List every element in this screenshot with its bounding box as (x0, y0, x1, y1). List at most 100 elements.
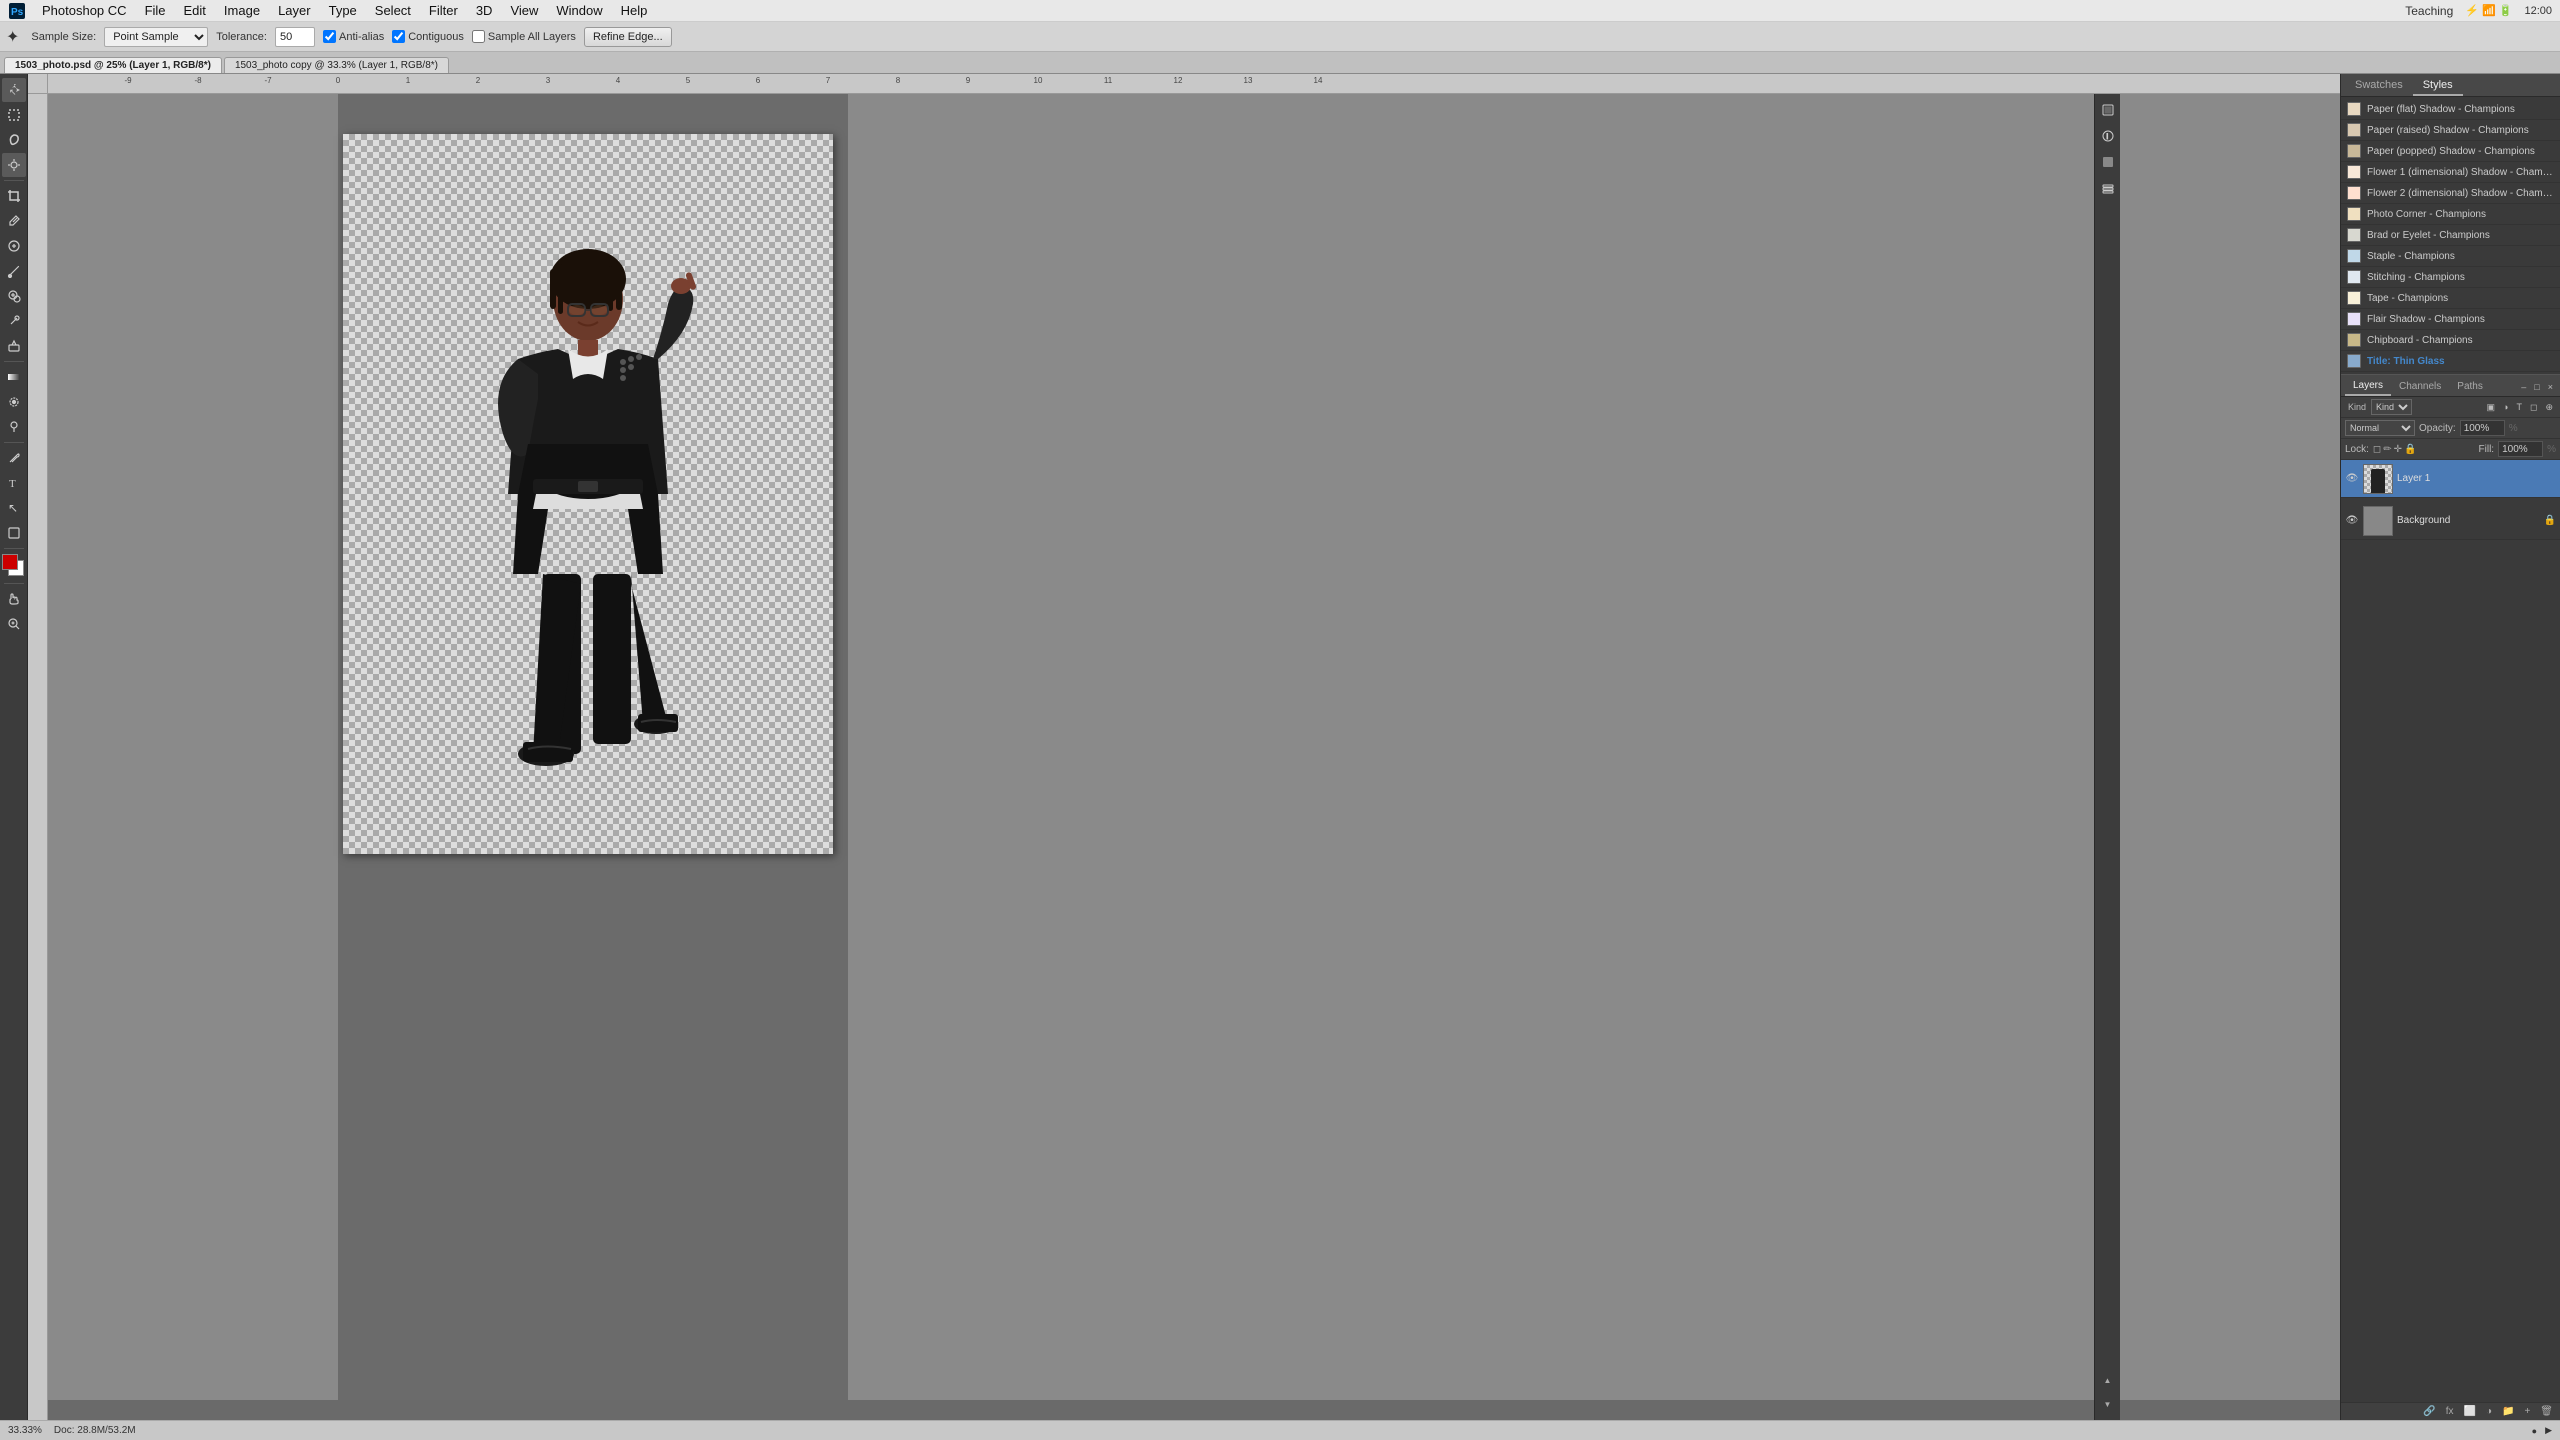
layer-type-icons: ▣ ◑ T ◻ ⊕ (2484, 401, 2556, 414)
path-select-tool[interactable]: ↖ (2, 496, 26, 520)
style-item-8[interactable]: Stitching - Champions (2341, 267, 2560, 288)
contiguous-checkbox[interactable] (392, 30, 405, 43)
paths-tab[interactable]: Paths (2449, 378, 2491, 395)
adjust-layer-icon[interactable]: ◑ (2500, 401, 2511, 414)
pixel-layer-icon[interactable]: ▣ (2484, 401, 2499, 414)
status-arrow[interactable]: ▶ (2545, 1425, 2552, 1436)
style-item-2[interactable]: Paper (popped) Shadow - Champions (2341, 141, 2560, 162)
fg-bg-colors[interactable] (2, 554, 26, 578)
crop-tool[interactable] (2, 184, 26, 208)
sample-size-select[interactable]: Point Sample 3 by 3 Average 5 by 5 Avera… (104, 27, 208, 47)
menu-help[interactable]: Help (613, 2, 656, 19)
history-brush-tool[interactable] (2, 309, 26, 333)
smart-layer-icon[interactable]: ⊕ (2542, 401, 2556, 414)
menu-photoshop[interactable]: Photoshop CC (34, 2, 135, 19)
opacity-input[interactable] (2460, 420, 2505, 436)
swatches-tab[interactable]: Swatches (2345, 76, 2413, 96)
layer-delete-icon[interactable]: 🗑 (2537, 1405, 2556, 1418)
layer-row-0[interactable]: 👁 Layer 1 (2341, 460, 2560, 498)
menu-edit[interactable]: Edit (176, 2, 214, 19)
menu-view[interactable]: View (502, 2, 546, 19)
style-item-9[interactable]: Tape - Champions (2341, 288, 2560, 309)
rectangle-select-tool[interactable] (2, 103, 26, 127)
lock-move-icon[interactable]: ✛ (2394, 444, 2402, 455)
canvas-area[interactable]: -9 -8 -7 0 1 2 3 4 5 6 7 8 9 10 11 12 13… (28, 74, 2340, 1420)
tab-1[interactable]: 1503_photo copy @ 33.3% (Layer 1, RGB/8*… (224, 57, 449, 73)
style-item-1[interactable]: Paper (raised) Shadow - Champions (2341, 120, 2560, 141)
layer-adjustment-icon[interactable]: ◑ (2483, 1405, 2495, 1418)
canvas-viewport[interactable] (48, 94, 2340, 1400)
menu-type[interactable]: Type (321, 2, 365, 19)
style-swatch-1 (2347, 123, 2361, 137)
blend-mode-select[interactable]: Normal (2345, 420, 2415, 436)
zoom-tool[interactable] (2, 612, 26, 636)
magic-wand-tool[interactable] (2, 153, 26, 177)
close-btn[interactable]: × (2545, 381, 2556, 393)
tab-0[interactable]: 1503_photo.psd @ 25% (Layer 1, RGB/8*) (4, 57, 222, 73)
kind-filter-select[interactable]: Kind (2371, 399, 2412, 415)
refine-edge-button[interactable]: Refine Edge... (584, 27, 672, 47)
style-item-10[interactable]: Flair Shadow - Champions (2341, 309, 2560, 330)
channels-tab[interactable]: Channels (2391, 378, 2449, 395)
style-item-4[interactable]: Flower 2 (dimensional) Shadow - Champion… (2341, 183, 2560, 204)
move-tool[interactable]: ↖ (2, 78, 26, 102)
style-item-6[interactable]: Brad or Eyelet - Champions (2341, 225, 2560, 246)
style-item-7[interactable]: Staple - Champions (2341, 246, 2560, 267)
layer-mask-icon[interactable]: ⬜ (2461, 1405, 2479, 1418)
color-picker-btn[interactable] (2096, 150, 2120, 174)
tolerance-input[interactable] (275, 27, 315, 47)
layers-btn-2[interactable] (2096, 176, 2120, 200)
style-item-0[interactable]: Paper (flat) Shadow - Champions (2341, 99, 2560, 120)
layer-visibility-1[interactable]: 👁 (2345, 514, 2359, 528)
navigator-button[interactable] (2096, 98, 2120, 122)
eyedropper-tool[interactable] (2, 209, 26, 233)
lock-all-icon[interactable]: 🔒 (2404, 444, 2416, 455)
hand-tool[interactable] (2, 587, 26, 611)
document-canvas[interactable] (343, 134, 833, 854)
lock-transparent-icon[interactable]: ◻ (2373, 444, 2381, 455)
shape-tool[interactable] (2, 521, 26, 545)
foreground-color[interactable] (2, 554, 18, 570)
menu-select[interactable]: Select (367, 2, 419, 19)
blur-tool[interactable] (2, 390, 26, 414)
styles-tab[interactable]: Styles (2413, 76, 2463, 96)
dodge-tool[interactable] (2, 415, 26, 439)
type-layer-icon[interactable]: T (2513, 401, 2525, 414)
shape-layer-icon[interactable]: ◻ (2527, 401, 2540, 414)
layers-tab[interactable]: Layers (2345, 377, 2391, 396)
gradient-tool[interactable] (2, 365, 26, 389)
lock-paint-icon[interactable]: ✏ (2383, 444, 2391, 455)
text-tool[interactable]: T (2, 471, 26, 495)
expand-btn[interactable]: □ (2531, 381, 2542, 393)
app-icon: Ps (8, 2, 26, 20)
layer-fx-icon[interactable]: fx (2443, 1405, 2457, 1418)
style-item-12[interactable]: Title: Thin Glass (2341, 351, 2560, 372)
menu-file[interactable]: File (137, 2, 174, 19)
lasso-tool[interactable] (2, 128, 26, 152)
menu-layer[interactable]: Layer (270, 2, 319, 19)
clone-tool[interactable] (2, 284, 26, 308)
pen-tool[interactable] (2, 446, 26, 470)
style-item-5[interactable]: Photo Corner - Champions (2341, 204, 2560, 225)
heal-tool[interactable] (2, 234, 26, 258)
eraser-tool[interactable] (2, 334, 26, 358)
style-item-11[interactable]: Chipboard - Champions (2341, 330, 2560, 351)
layer-folder-icon[interactable]: 📁 (2499, 1405, 2517, 1418)
anti-alias-checkbox[interactable] (323, 30, 336, 43)
brush-tool[interactable] (2, 259, 26, 283)
menu-image[interactable]: Image (216, 2, 268, 19)
info-button[interactable]: i (2096, 124, 2120, 148)
scroll-down-btn[interactable]: ▼ (2096, 1392, 2120, 1416)
style-item-3[interactable]: Flower 1 (dimensional) Shadow - Champion… (2341, 162, 2560, 183)
menu-3d[interactable]: 3D (468, 2, 501, 19)
collapse-btn[interactable]: – (2518, 381, 2529, 393)
fill-input[interactable] (2498, 441, 2543, 457)
layer-visibility-0[interactable]: 👁 (2345, 472, 2359, 486)
layer-new-icon[interactable]: + (2521, 1405, 2533, 1418)
layer-row-1[interactable]: 👁 Background 🔒 (2341, 502, 2560, 540)
layer-link-icon[interactable]: 🔗 (2420, 1405, 2438, 1418)
scroll-up-btn[interactable]: ▲ (2096, 1368, 2120, 1392)
menu-filter[interactable]: Filter (421, 2, 466, 19)
menu-window[interactable]: Window (548, 2, 610, 19)
sample-all-layers-checkbox[interactable] (472, 30, 485, 43)
